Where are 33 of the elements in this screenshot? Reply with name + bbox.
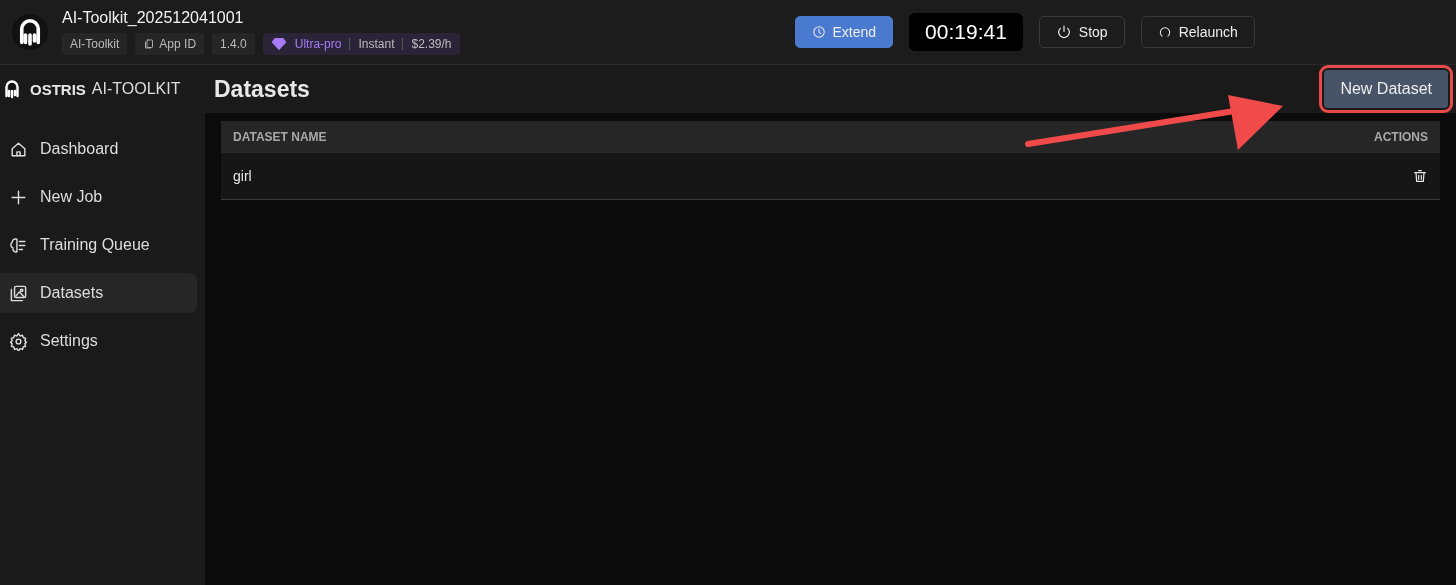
images-icon (9, 283, 28, 303)
sidebar-item[interactable]: Dashboard (0, 129, 197, 169)
diamond-icon (270, 36, 287, 52)
tag-label: AI-Toolkit (62, 33, 128, 55)
sidebar-item[interactable]: Settings (0, 321, 197, 361)
plan-name-label: Ultra-pro (294, 37, 342, 51)
power-icon (1055, 24, 1072, 40)
timer-display: 00:19:41 (909, 13, 1023, 51)
sidebar-item[interactable]: New Job (0, 177, 197, 217)
home-icon (9, 139, 28, 159)
column-header: DATASET NAME (221, 121, 1362, 153)
price-label: $2.39/h (411, 37, 452, 51)
brand-name: OSTRIS (30, 80, 86, 98)
tag-label: 1.4.0 (212, 33, 255, 55)
plan-mode-label: Instant (358, 37, 395, 51)
stop-button[interactable]: Stop (1038, 16, 1125, 48)
clock-icon (811, 25, 826, 39)
product-name: AI-TOOLKIT (91, 80, 181, 98)
page-title: Datasets (214, 75, 310, 103)
app-title: AI-Toolkit_202512041001 (62, 9, 245, 27)
refresh-icon (1157, 25, 1172, 39)
sidebar-item[interactable]: Training Queue (0, 225, 197, 265)
copy-icon (143, 38, 156, 50)
plus-icon (9, 187, 28, 207)
trash-icon[interactable] (1412, 168, 1428, 184)
tag-label[interactable]: App ID (135, 33, 205, 55)
sidebar-item[interactable]: Datasets (0, 273, 197, 313)
logo-icon (12, 14, 48, 50)
extend-button[interactable]: Extend (794, 16, 894, 48)
settings-icon (9, 331, 28, 351)
table-cell: girl (221, 153, 1362, 200)
relaunch-button[interactable]: Relaunch (1140, 16, 1255, 48)
column-header: ACTIONS (1362, 121, 1440, 153)
